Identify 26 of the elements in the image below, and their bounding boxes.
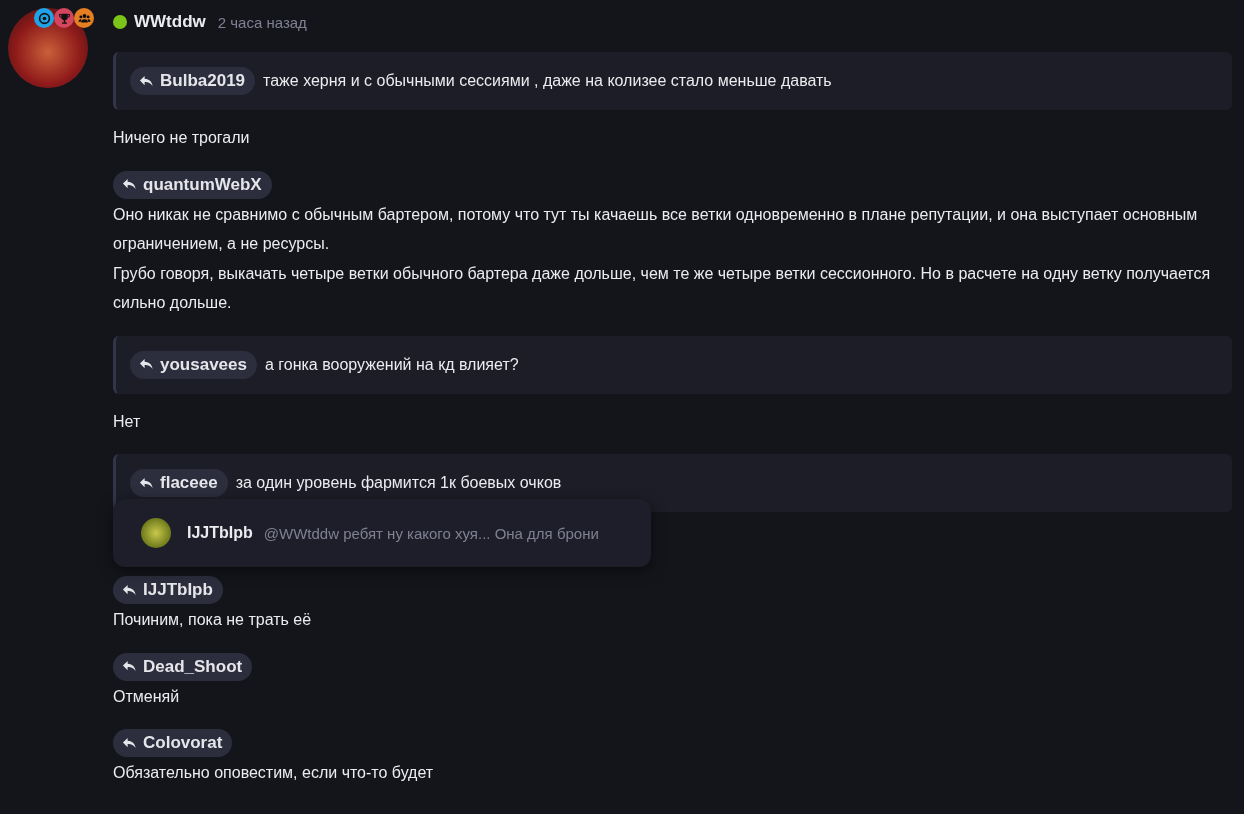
post-time[interactable]: 2 часа назад	[217, 13, 307, 31]
user-avatar	[141, 518, 171, 548]
message-text: Грубо говоря, выкачать четыре ветки обычного бартера даже дольше, чем те же четыре ветки сессионного. Но в расчете на одну ветку получается сильно дольше.	[113, 263, 1212, 313]
message-text: Ничего не трогали	[113, 128, 251, 148]
quote-text: за один уровень фармится 1к боевых очков	[235, 474, 562, 492]
reply-mention[interactable]: IJJTbIpb	[113, 576, 223, 604]
reply-mention[interactable]: flaceee	[130, 469, 228, 497]
message-text: Отменяй	[113, 686, 181, 707]
reply-mention[interactable]: Dead_Shoot	[113, 652, 253, 681]
notification-user: IJJTbIpb	[187, 524, 253, 542]
reply-mention[interactable]: Colovorat	[113, 729, 233, 757]
reply-mention[interactable]: Bulba2019	[130, 67, 256, 95]
quote-text: таже херня и с обычными сессиями , даже на колизее стало меньше давать	[263, 72, 832, 90]
badge-icon[interactable]	[54, 8, 74, 28]
message-text: Нет	[113, 411, 142, 432]
message-text: Починим, пока не трать её	[113, 610, 313, 630]
author-name[interactable]: WWtddw	[134, 12, 206, 32]
message-text: Оно никак не сравнимо с обычным бартером, потому что тут ты качаешь все ветки одновременно в плане репутации, и она выступает основным ограничением, а не ресурсы.	[113, 204, 1199, 254]
message-text: Обязательно оповестим, если что-то будет	[113, 763, 435, 783]
quote-text: а гонка вооружений на кд влияет?	[264, 355, 519, 374]
reply-mention[interactable]: yousavees	[130, 350, 257, 379]
reply-mention[interactable]: quantumWebX	[113, 170, 272, 199]
notification-popup[interactable]: IJJTbIpb @WWtddw ребят ну какого хуя... Она для брони	[113, 499, 651, 567]
notification-preview: @WWtddw ребят ну какого хуя... Она для брони	[263, 524, 599, 542]
badge-icon[interactable]	[34, 8, 54, 28]
badge-icon[interactable]	[74, 8, 94, 28]
